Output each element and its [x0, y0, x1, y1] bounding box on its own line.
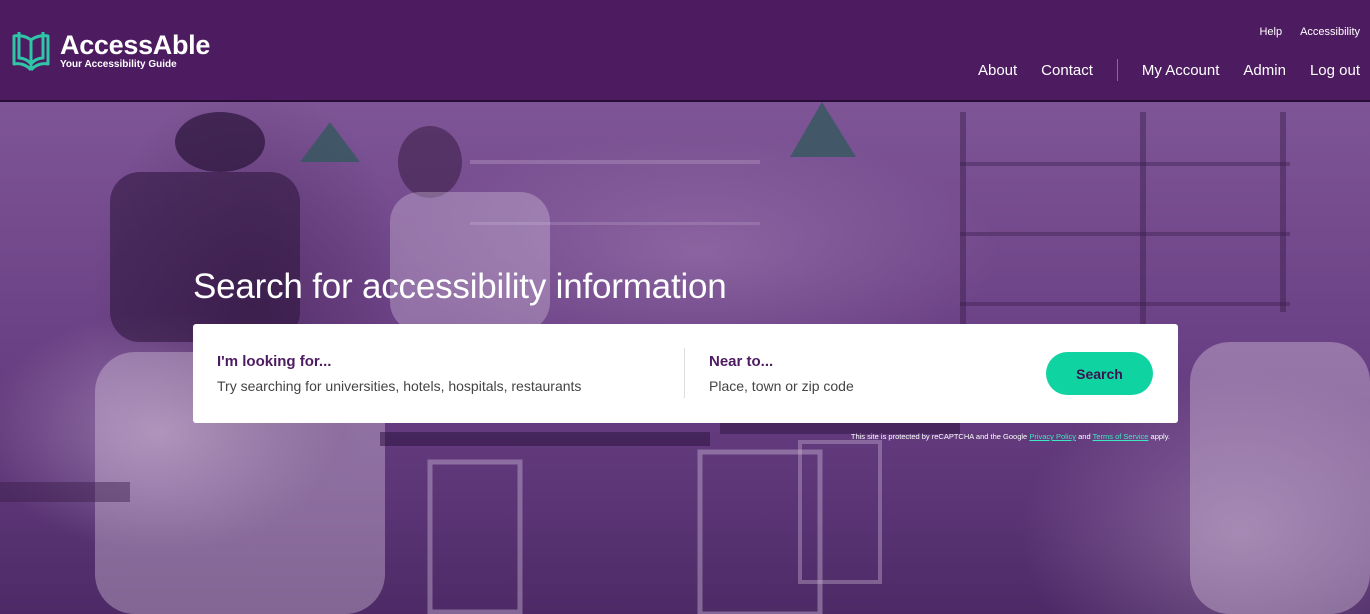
search-where-label: Near to... [709, 353, 774, 370]
nav-logout[interactable]: Log out [1310, 62, 1360, 79]
book-logo-icon [12, 32, 50, 72]
nav-contact[interactable]: Contact [1041, 62, 1093, 79]
nav-my-account[interactable]: My Account [1142, 62, 1220, 79]
utility-nav: Help Accessibility [1259, 26, 1360, 38]
accessibility-link[interactable]: Accessibility [1300, 26, 1360, 38]
brand-tagline: Your Accessibility Guide [60, 59, 177, 70]
search-what-field[interactable]: I'm looking for... Try searching for uni… [217, 353, 667, 394]
search-form: I'm looking for... Try searching for uni… [193, 324, 1178, 423]
terms-of-service-link[interactable]: Terms of Service [1093, 432, 1149, 441]
help-link[interactable]: Help [1259, 26, 1282, 38]
brand-name: AccessAble [60, 30, 211, 60]
recaptcha-and: and [1078, 432, 1091, 441]
nav-about[interactable]: About [978, 62, 1017, 79]
recaptcha-suffix: apply. [1150, 432, 1170, 441]
search-what-input[interactable]: Try searching for universities, hotels, … [217, 378, 667, 394]
search-what-label: I'm looking for... [217, 353, 332, 370]
search-button[interactable]: Search [1046, 352, 1153, 395]
hero-title: Search for accessibility information [193, 267, 727, 306]
recaptcha-prefix: This site is protected by reCAPTCHA and … [850, 432, 1028, 441]
main-nav: About Contact My Account Admin Log out [978, 59, 1360, 81]
site-logo[interactable]: AccessAble Your Accessibility Guide [10, 30, 210, 74]
search-where-input[interactable]: Place, town or zip code [709, 378, 1019, 394]
nav-divider [1116, 59, 1118, 81]
recaptcha-notice: This site is protected by reCAPTCHA and … [851, 432, 1170, 441]
nav-admin[interactable]: Admin [1243, 62, 1286, 79]
hero-banner: Search for accessibility information I'm… [0, 102, 1370, 614]
search-where-field[interactable]: Near to... Place, town or zip code [709, 353, 1019, 394]
site-header: AccessAble Your Accessibility Guide Help… [0, 0, 1370, 102]
privacy-policy-link[interactable]: Privacy Policy [1029, 432, 1076, 441]
search-field-divider [684, 348, 685, 398]
